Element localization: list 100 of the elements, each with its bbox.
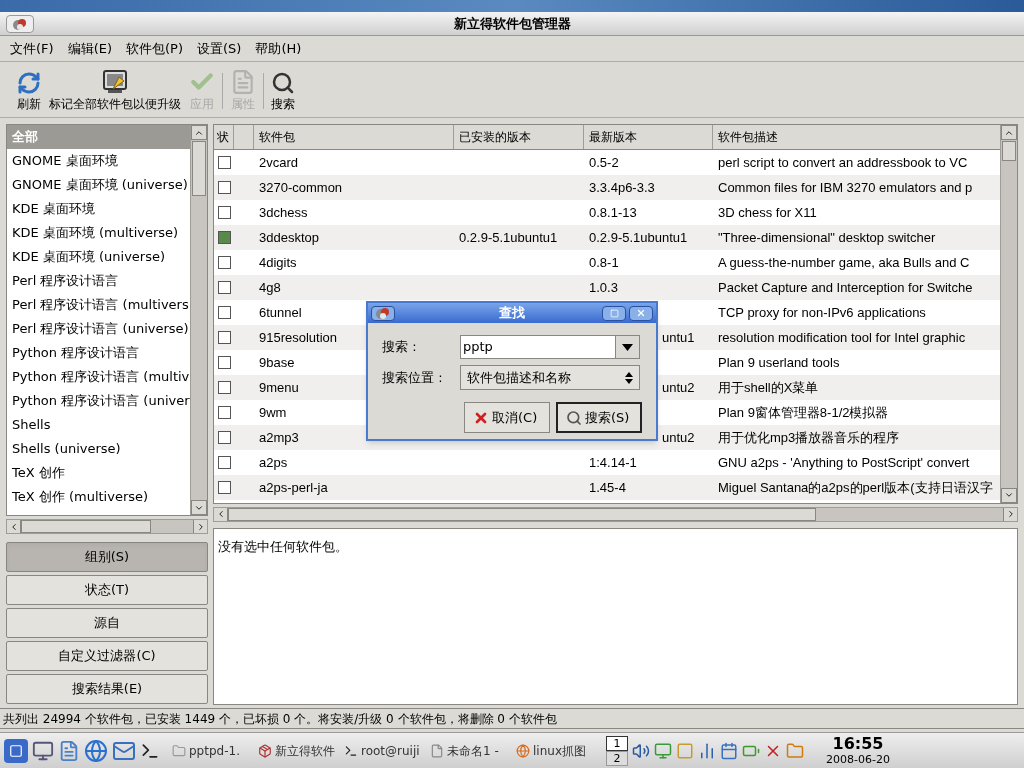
table-cell: Plan 9 userland tools [718, 354, 840, 370]
filter-button[interactable]: 自定义过滤器(C) [6, 641, 208, 671]
scope-label: 搜索位置 : [382, 368, 444, 387]
status-checkbox[interactable] [217, 281, 231, 294]
globe-icon[interactable] [84, 738, 108, 763]
status-checkbox[interactable] [217, 406, 231, 419]
category-item[interactable]: TeX 创作 (multiverse) [7, 485, 190, 509]
clock[interactable]: 16:55 2008-06-20 [818, 736, 898, 765]
table-cell: 3ddesktop [259, 229, 319, 245]
status-checkbox[interactable] [217, 381, 231, 394]
status-checkbox[interactable] [217, 356, 231, 369]
category-item[interactable]: Shells [7, 413, 190, 437]
signal-icon[interactable] [698, 741, 716, 760]
table-cell: Plan 9窗体管理器8-1/2模拟器 [718, 404, 889, 420]
column-header[interactable]: 状 [214, 125, 234, 149]
desktop-icon[interactable] [32, 739, 54, 762]
status-checkbox[interactable] [217, 256, 231, 269]
window-menu-button[interactable] [6, 14, 34, 33]
column-header[interactable]: 已安装的版本 [454, 125, 584, 149]
scroll-thumb[interactable] [228, 507, 816, 521]
task-button[interactable]: 未命名1 - [430, 741, 510, 760]
scroll-thumb[interactable] [192, 141, 206, 196]
calendar-icon[interactable] [720, 741, 738, 760]
table-cell: 3270-common [259, 179, 343, 195]
column-header[interactable]: 最新版本 [584, 125, 713, 149]
category-item[interactable]: GNOME 桌面环境 (universe) [7, 173, 190, 197]
category-item[interactable]: Python 程序设计语言 [7, 341, 190, 365]
category-item[interactable]: KDE 桌面环境 (multiverse) [7, 221, 190, 245]
status-checkbox[interactable] [217, 181, 231, 194]
maximize-button[interactable] [602, 305, 626, 321]
status-checkbox[interactable] [217, 156, 231, 169]
dialog-button[interactable]: 搜索(S) [556, 402, 642, 433]
table-cell: 4g8 [259, 279, 281, 295]
column-header[interactable]: 软件包描述 [713, 125, 1000, 149]
editor-icon[interactable] [58, 739, 80, 762]
filter-button[interactable]: 状态(T) [6, 575, 208, 605]
filter-button[interactable]: 搜索结果(E) [6, 674, 208, 704]
menu-item[interactable]: 帮助(H) [255, 38, 302, 59]
network-icon[interactable] [654, 741, 672, 760]
table-cell: untu2 [662, 429, 695, 445]
status-checkbox[interactable] [217, 481, 231, 494]
maximize-icon [609, 308, 619, 318]
vertical-scrollbar[interactable] [190, 125, 207, 515]
table-cell: 0.5-2 [589, 154, 619, 170]
filter-button[interactable]: 源自 [6, 608, 208, 638]
table-cell: 3D chess for X11 [718, 204, 817, 220]
category-item[interactable]: Python 程序设计语言 (multiv [7, 365, 190, 389]
table-cell: a2mp3 [259, 429, 299, 445]
folder-icon[interactable] [786, 741, 804, 760]
search-field[interactable]: pptp [461, 336, 615, 358]
category-item[interactable]: Python 程序设计语言 (univer [7, 389, 190, 413]
toolbar-button[interactable]: 刷新 [16, 71, 42, 111]
vertical-scrollbar[interactable] [1000, 125, 1017, 503]
category-item[interactable]: Shells (universe) [7, 437, 190, 461]
status-checkbox[interactable] [217, 431, 231, 444]
menu-item[interactable]: 软件包(P) [126, 38, 183, 59]
menu-item[interactable]: 文件(F) [10, 38, 54, 59]
scroll-thumb[interactable] [1002, 141, 1016, 161]
task-button[interactable]: root@ruiji [344, 741, 424, 760]
table-cell: a2ps-perl-ja [259, 479, 328, 495]
scope-select[interactable]: 软件包描述和名称 [460, 365, 640, 390]
status-checkbox[interactable] [217, 456, 231, 469]
menu-item[interactable]: 设置(S) [196, 38, 242, 59]
dialog-button[interactable]: 取消(C) [464, 402, 550, 433]
table-cell: untu2 [662, 379, 695, 395]
status-checkbox[interactable] [217, 206, 231, 219]
table-cell: Common files for IBM 3270 emulators and p [718, 179, 973, 195]
category-item[interactable]: Perl 程序设计语言 (universe) [7, 317, 190, 341]
category-item[interactable]: Perl 程序设计语言 (multivers [7, 293, 190, 317]
toolbar-button[interactable]: 搜索 [270, 71, 296, 111]
speaker-icon[interactable] [632, 741, 650, 760]
app-logo-icon [12, 16, 28, 31]
column-header[interactable]: 软件包 [254, 125, 454, 149]
search-combo[interactable]: pptp [460, 335, 640, 359]
toolbar-button[interactable]: 标记全部软件包以便升级 [48, 69, 182, 111]
horizontal-scrollbar[interactable] [6, 519, 208, 534]
category-item[interactable]: Perl 程序设计语言 [7, 269, 190, 293]
task-button[interactable]: linux抓图 [516, 741, 596, 760]
window-menu-button[interactable] [371, 305, 395, 321]
dropdown-button[interactable] [615, 336, 639, 358]
close-button[interactable] [629, 305, 653, 321]
status-checkbox[interactable] [217, 331, 231, 344]
category-item[interactable]: KDE 桌面环境 (universe) [7, 245, 190, 269]
status-checkbox[interactable] [217, 306, 231, 319]
horizontal-scrollbar[interactable] [213, 506, 1018, 522]
task-button[interactable]: pptpd-1. [172, 741, 252, 760]
start-menu-button[interactable] [4, 738, 28, 763]
category-item[interactable]: GNOME 桌面环境 [7, 149, 190, 173]
scroll-thumb[interactable] [21, 520, 151, 533]
status-checkbox[interactable] [217, 231, 231, 244]
menu-item[interactable]: 编辑(E) [67, 38, 112, 59]
app-logo-icon [375, 306, 391, 320]
desktop-pager-button[interactable]: 1 [606, 735, 628, 751]
category-item[interactable]: KDE 桌面环境 [7, 197, 190, 221]
dialog-title: 查找 [499, 304, 525, 323]
filter-button[interactable]: 组别(S) [6, 542, 208, 572]
table-cell: A guess-the-number game, aka Bulls and C [718, 254, 970, 270]
details-text: 没有选中任何软件包。 [218, 538, 348, 554]
task-button[interactable]: 新立得软件 [258, 741, 338, 760]
category-item[interactable]: TeX 创作 [7, 461, 190, 485]
